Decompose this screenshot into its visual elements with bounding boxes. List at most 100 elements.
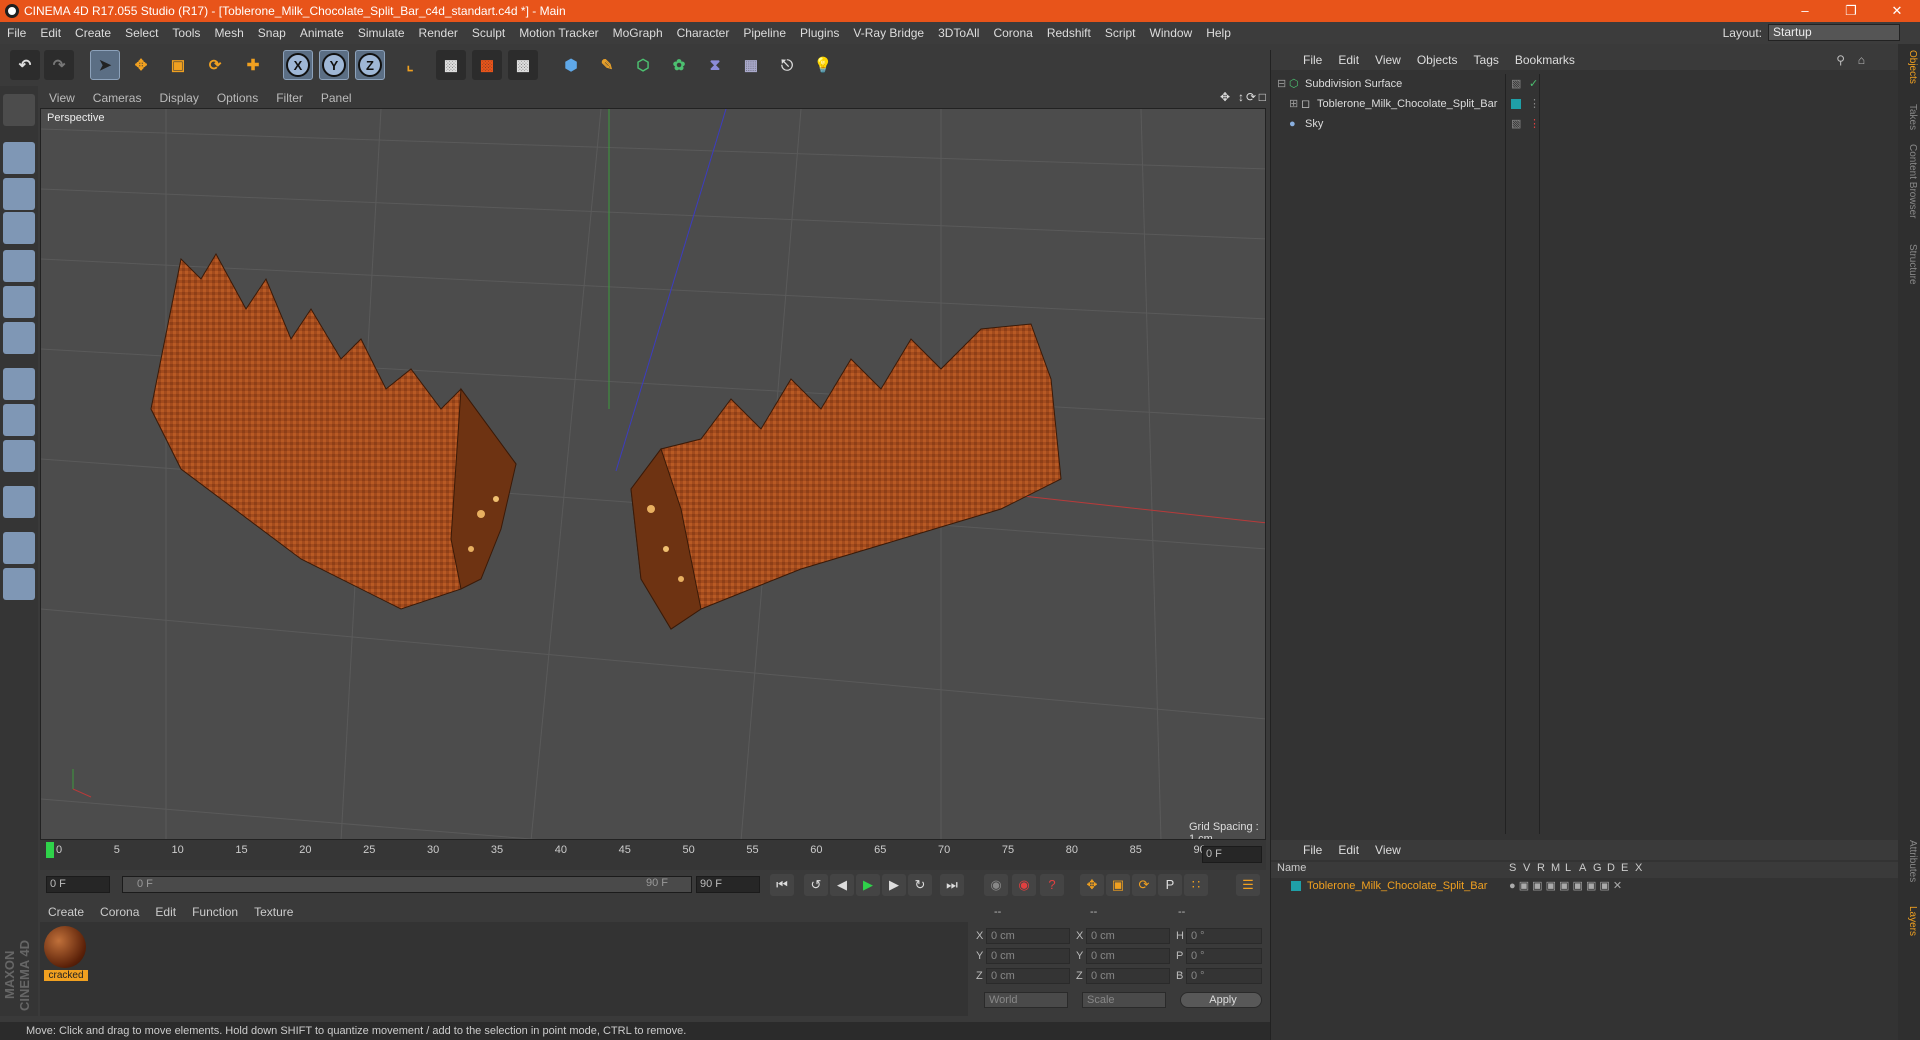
menu-mesh[interactable]: Mesh — [207, 26, 250, 40]
model-mode-icon[interactable] — [3, 142, 35, 174]
menu-render[interactable]: Render — [412, 26, 465, 40]
material-menu-corona[interactable]: Corona — [92, 905, 147, 919]
enabled-check-icon[interactable]: ✓ — [1529, 74, 1538, 94]
object-row[interactable]: ⊞ ◻ Toblerone_Milk_Chocolate_Split_Bar ⋮ — [1271, 94, 1899, 114]
viewport-rotate-icon[interactable]: ⟳ — [1246, 90, 1256, 104]
layer-menu-edit[interactable]: Edit — [1330, 843, 1367, 857]
restore-button[interactable]: ❐ — [1828, 0, 1874, 22]
floor-environment-icon[interactable]: ▦ — [736, 50, 766, 80]
key-pla-icon[interactable]: ∷ — [1184, 874, 1208, 896]
render-view-icon[interactable]: ▩ — [436, 50, 466, 80]
rotation-b-field[interactable]: 0 ° — [1186, 968, 1262, 984]
object-row[interactable]: ● Sky ▧ ⋮ — [1271, 114, 1899, 134]
close-button[interactable]: ✕ — [1874, 0, 1920, 22]
tab-attributes[interactable]: Attributes — [1900, 840, 1918, 882]
viewport-menu-options[interactable]: Options — [208, 91, 267, 105]
menu-mograph[interactable]: MoGraph — [606, 26, 670, 40]
make-editable-icon[interactable] — [3, 94, 35, 126]
menu-help[interactable]: Help — [1199, 26, 1238, 40]
tab-objects[interactable]: Objects — [1900, 50, 1918, 84]
menu-plugins[interactable]: Plugins — [793, 26, 846, 40]
menu-simulate[interactable]: Simulate — [351, 26, 412, 40]
cube-primitive-icon[interactable]: ⬢ — [556, 50, 586, 80]
menu-redshift[interactable]: Redshift — [1040, 26, 1098, 40]
viewport-maximize-icon[interactable]: □ — [1259, 90, 1266, 104]
next-key-icon[interactable]: ↻ — [908, 874, 932, 896]
object-name[interactable]: Toblerone_Milk_Chocolate_Split_Bar — [1317, 94, 1497, 114]
z-axis-lock-icon[interactable]: Z — [355, 50, 385, 80]
size-x-field[interactable]: 0 cm — [1086, 928, 1170, 944]
rotation-h-field[interactable]: 0 ° — [1186, 928, 1262, 944]
y-axis-lock-icon[interactable]: Y — [319, 50, 349, 80]
points-mode-icon[interactable] — [3, 250, 35, 282]
size-mode-dropdown[interactable]: Scale — [1082, 992, 1166, 1008]
playhead-marker[interactable] — [46, 842, 54, 858]
size-z-field[interactable]: 0 cm — [1086, 968, 1170, 984]
objects-menu-file[interactable]: File — [1295, 53, 1330, 67]
visibility-dots-icon[interactable]: ⋮ — [1529, 114, 1540, 134]
polygons-mode-icon[interactable] — [3, 322, 35, 354]
edges-mode-icon[interactable] — [3, 286, 35, 318]
menu-edit[interactable]: Edit — [33, 26, 68, 40]
viewport-menu-cameras[interactable]: Cameras — [84, 91, 151, 105]
position-x-field[interactable]: 0 cm — [986, 928, 1070, 944]
apply-button[interactable]: Apply — [1180, 992, 1262, 1008]
keyframe-selection-icon[interactable]: ? — [1040, 874, 1064, 896]
viewport-menu-filter[interactable]: Filter — [267, 91, 312, 105]
select-arrow-icon[interactable]: ➤ — [90, 50, 120, 80]
previous-key-icon[interactable]: ↺ — [804, 874, 828, 896]
menu-character[interactable]: Character — [670, 26, 737, 40]
3d-viewport[interactable]: Perspective Grid Spacing : 1 cm — [40, 108, 1266, 840]
key-rotation-icon[interactable]: ⟳ — [1132, 874, 1156, 896]
texture-mode-icon[interactable] — [3, 178, 35, 210]
menu-sculpt[interactable]: Sculpt — [465, 26, 512, 40]
redo-icon[interactable]: ↷ — [44, 50, 74, 80]
current-frame-field[interactable]: 0 F — [1202, 846, 1262, 863]
visibility-dots-icon[interactable]: ⋮ — [1529, 94, 1540, 114]
menu-file[interactable]: File — [0, 26, 33, 40]
tab-content-browser[interactable]: Content Browser — [1900, 144, 1918, 218]
key-position-icon[interactable]: ✥ — [1080, 874, 1104, 896]
position-y-field[interactable]: 0 cm — [986, 948, 1070, 964]
material-swatch[interactable]: cracked — [44, 926, 88, 986]
coordinate-system-icon[interactable]: ⌞ — [395, 50, 425, 80]
edit-render-toggle-icon[interactable]: ▧ — [1511, 114, 1521, 134]
search-icon[interactable]: ⚲ — [1836, 53, 1845, 67]
viewport-move-icon[interactable]: ✥ — [1220, 90, 1230, 104]
objects-menu-edit[interactable]: Edit — [1330, 53, 1367, 67]
viewport-menu-display[interactable]: Display — [150, 91, 207, 105]
tweak-mode-icon[interactable] — [3, 404, 35, 436]
minimize-button[interactable]: – — [1782, 0, 1828, 22]
end-frame-field[interactable]: 90 F — [696, 876, 760, 893]
rotation-p-field[interactable]: 0 ° — [1186, 948, 1262, 964]
collapse-icon[interactable]: ⊟ — [1277, 74, 1286, 94]
workplane-mode-icon[interactable] — [3, 212, 35, 244]
rotate-tool-icon[interactable]: ⟳ — [200, 50, 230, 80]
viewport-zoom-icon[interactable]: ↕ — [1238, 90, 1244, 104]
layer-color-icon[interactable] — [1511, 99, 1521, 109]
objects-menu-bookmarks[interactable]: Bookmarks — [1507, 53, 1583, 67]
render-settings-icon[interactable]: ▩ — [508, 50, 538, 80]
menu-snap[interactable]: Snap — [251, 26, 293, 40]
menu-create[interactable]: Create — [68, 26, 118, 40]
material-menu-function[interactable]: Function — [184, 905, 246, 919]
solo-mode-icon[interactable] — [3, 440, 35, 472]
expand-icon[interactable]: ⊞ — [1289, 94, 1298, 114]
material-menu-texture[interactable]: Texture — [246, 905, 301, 919]
autokey-icon[interactable]: ◉ — [1012, 874, 1036, 896]
object-name[interactable]: Sky — [1305, 114, 1323, 134]
undo-icon[interactable]: ↶ — [10, 50, 40, 80]
tab-structure[interactable]: Structure — [1900, 244, 1918, 285]
deformer-bend-icon[interactable]: ⧗ — [700, 50, 730, 80]
objects-menu-tags[interactable]: Tags — [1466, 53, 1507, 67]
home-icon[interactable]: ⌂ — [1858, 53, 1865, 67]
layout-dropdown[interactable]: Startup — [1768, 24, 1900, 41]
tab-takes[interactable]: Takes — [1900, 104, 1918, 130]
layer-toggle-icons[interactable]: ● ▣ ▣ ▣ ▣ ▣ ▣ ▣ ✕ — [1509, 878, 1622, 894]
live-move-icon[interactable]: ✚ — [238, 50, 268, 80]
mograph-cloner-icon[interactable]: ✿ — [664, 50, 694, 80]
layer-color-swatch[interactable] — [1291, 881, 1301, 891]
x-axis-lock-icon[interactable]: X — [283, 50, 313, 80]
objects-menu-objects[interactable]: Objects — [1409, 53, 1466, 67]
viewport-camera-label[interactable]: Perspective — [47, 112, 104, 124]
